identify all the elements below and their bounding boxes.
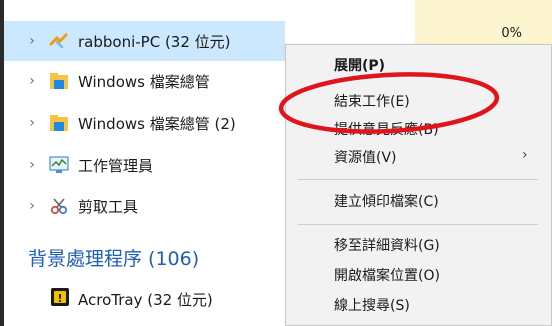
menu-separator — [298, 179, 538, 180]
menu-separator — [298, 224, 538, 225]
chevron-right-icon[interactable]: › — [24, 73, 40, 89]
menu-item-open-file-location[interactable]: 開啟檔案位置(O) — [334, 265, 440, 285]
menu-item-go-to-details[interactable]: 移至詳細資料(G) — [334, 235, 440, 255]
process-name: AcroTray (32 位元) — [78, 290, 213, 309]
menu-item-create-dump[interactable]: 建立傾印檔案(C) — [334, 191, 439, 211]
menu-item-end-task[interactable]: 結束工作(E) — [334, 91, 410, 111]
menu-item-search-online[interactable]: 線上搜尋(S) — [334, 295, 410, 315]
process-row-snipping-tool[interactable]: › 剪取工具 — [4, 186, 285, 226]
chevron-right-icon[interactable]: › — [24, 198, 40, 214]
menu-item-feedback[interactable]: 提供意見反應(B) — [334, 119, 439, 139]
process-name: Windows 檔案總管 — [78, 72, 210, 91]
folder-icon — [48, 112, 70, 134]
process-row-rabboni-pc[interactable]: › rabboni-PC (32 位元) — [4, 21, 285, 61]
process-row-task-manager[interactable]: › 工作管理員 — [4, 145, 285, 185]
process-name: 剪取工具 — [78, 197, 139, 216]
scissors-icon — [48, 195, 70, 217]
process-name: rabboni-PC (32 位元) — [78, 32, 231, 51]
chevron-right-icon[interactable]: › — [24, 33, 40, 49]
task-manager-icon — [48, 154, 70, 176]
folder-icon — [48, 70, 70, 92]
context-menu: 展開(P) 結束工作(E) 提供意見反應(B) 資源值(V) › 建立傾印檔案(… — [285, 44, 552, 326]
svg-text:!: ! — [57, 292, 62, 305]
process-name: Windows 檔案總管 (2) — [78, 114, 236, 133]
menu-item-resource-values[interactable]: 資源值(V) — [334, 147, 397, 167]
acrotray-icon: ! — [50, 287, 70, 311]
process-name: 工作管理員 — [78, 156, 154, 175]
chevron-right-icon[interactable]: › — [24, 157, 40, 173]
chevron-right-icon[interactable]: › — [24, 115, 40, 131]
background-processes-heading: 背景處理程序 (106) — [28, 248, 200, 270]
app-process-icon — [48, 30, 70, 52]
process-row-acrotray[interactable]: ! AcroTray (32 位元) — [50, 285, 213, 313]
process-row-explorer-2[interactable]: › Windows 檔案總管 (2) — [4, 103, 285, 143]
menu-item-expand[interactable]: 展開(P) — [334, 55, 385, 75]
process-row-explorer[interactable]: › Windows 檔案總管 — [4, 61, 285, 101]
cpu-usage-value: 0% — [501, 26, 522, 41]
submenu-arrow-icon: › — [522, 147, 528, 163]
